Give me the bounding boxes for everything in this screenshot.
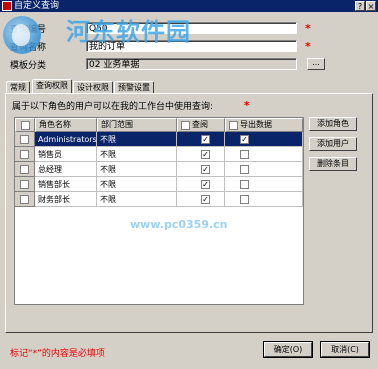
header-scope[interactable]: 部门范围 <box>97 118 177 132</box>
view-checkbox[interactable]: ✓ <box>201 150 210 159</box>
view-cell: ✓ <box>177 177 225 192</box>
export-checkbox[interactable]: ✓ <box>240 135 249 144</box>
tab-alert-settings[interactable]: 预警设置 <box>114 81 154 93</box>
export-checkbox[interactable] <box>240 165 249 174</box>
export-cell: ✓ <box>225 132 303 147</box>
tab-general[interactable]: 常规 <box>6 81 30 93</box>
row-select-cell[interactable] <box>15 192 35 207</box>
export-cell <box>225 192 303 207</box>
table-header: 角色名称 部门范围 查阅 导出数据 <box>15 118 303 132</box>
help-button[interactable]: ? <box>355 1 365 11</box>
row-select-cell[interactable] <box>15 132 35 147</box>
export-checkbox[interactable] <box>240 195 249 204</box>
required-note: 标记“*”的内容是必填项 <box>10 349 105 359</box>
delete-item-button[interactable]: 删除条目 <box>309 157 357 171</box>
table-row[interactable]: 总经理 不限 ✓ <box>15 162 303 177</box>
row-checkbox[interactable] <box>20 195 29 204</box>
view-cell: ✓ <box>177 162 225 177</box>
add-user-button[interactable]: 添加用户 <box>309 137 357 151</box>
role-cell: 财务部长 <box>35 192 97 207</box>
row-checkbox[interactable] <box>20 150 29 159</box>
scope-cell: 不限 <box>97 192 177 207</box>
view-checkbox[interactable]: ✓ <box>201 180 210 189</box>
browse-button[interactable]: ... <box>307 58 325 70</box>
row-select-cell[interactable] <box>15 147 35 162</box>
row-checkbox[interactable] <box>20 165 29 174</box>
scope-cell: 不限 <box>97 177 177 192</box>
role-cell: 销售部长 <box>35 177 97 192</box>
add-role-button[interactable]: 添加角色 <box>309 117 357 131</box>
export-cell <box>225 177 303 192</box>
scope-cell: 不限 <box>97 147 177 162</box>
header-role[interactable]: 角色名称 <box>35 118 97 132</box>
cancel-button[interactable]: 取消(C) <box>320 341 370 358</box>
module-label: 模板分类 <box>10 61 47 71</box>
view-cell: ✓ <box>177 192 225 207</box>
tab-design-permission[interactable]: 设计权限 <box>73 81 113 93</box>
export-cell <box>225 162 303 177</box>
row-checkbox[interactable] <box>20 135 29 144</box>
scope-cell: 不限 <box>97 132 177 147</box>
row-select-cell[interactable] <box>15 177 35 192</box>
select-all-checkbox[interactable] <box>21 121 30 130</box>
roles-table: 角色名称 部门范围 查阅 导出数据 Administrators 不限 ✓ ✓ … <box>14 117 304 305</box>
permission-description-text: 属于以下角色的用户可以在我的工作台中使用查询: <box>12 102 214 112</box>
header-view-checkbox[interactable] <box>181 121 190 130</box>
export-checkbox[interactable] <box>240 180 249 189</box>
header-export[interactable]: 导出数据 <box>225 118 303 132</box>
table-row[interactable]: 财务部长 不限 ✓ <box>15 192 303 207</box>
view-checkbox[interactable]: ✓ <box>201 135 210 144</box>
header-export-label: 导出数据 <box>240 120 272 129</box>
watermark-url: www.pc0359.cn <box>130 218 228 231</box>
export-cell <box>225 147 303 162</box>
row-select-cell[interactable] <box>15 162 35 177</box>
view-checkbox[interactable]: ✓ <box>201 165 210 174</box>
view-cell: ✓ <box>177 132 225 147</box>
watermark-text: 河东软件园 <box>66 18 191 46</box>
close-button[interactable]: × <box>366 1 376 11</box>
role-cell: 总经理 <box>35 162 97 177</box>
scope-cell: 不限 <box>97 162 177 177</box>
window-title: 自定义查询 <box>14 1 60 11</box>
table-row[interactable]: Administrators 不限 ✓ ✓ <box>15 132 303 147</box>
name-required-mark: * <box>305 40 311 53</box>
view-cell: ✓ <box>177 147 225 162</box>
table-row[interactable]: 销售部长 不限 ✓ <box>15 177 303 192</box>
header-view-label: 查阅 <box>192 120 208 129</box>
header-view[interactable]: 查阅 <box>177 118 225 132</box>
export-checkbox[interactable] <box>240 150 249 159</box>
tab-query-permission[interactable]: 查询权限 <box>32 79 72 93</box>
code-required-mark: * <box>305 22 311 35</box>
app-icon <box>2 1 12 11</box>
role-cell: 销售员 <box>35 147 97 162</box>
header-export-checkbox[interactable] <box>229 121 238 130</box>
table-row[interactable]: 销售员 不限 ✓ <box>15 147 303 162</box>
module-field: 02 业务单据 <box>86 58 297 70</box>
watermark-logo-shine <box>12 24 30 46</box>
ok-button[interactable]: 确定(O) <box>263 341 313 358</box>
permission-required-mark: * <box>243 99 250 112</box>
header-select-all[interactable] <box>15 118 35 132</box>
view-checkbox[interactable]: ✓ <box>201 195 210 204</box>
permission-description: 属于以下角色的用户可以在我的工作台中使用查询: * <box>12 99 250 112</box>
row-checkbox[interactable] <box>20 180 29 189</box>
role-cell: Administrators <box>35 132 97 147</box>
